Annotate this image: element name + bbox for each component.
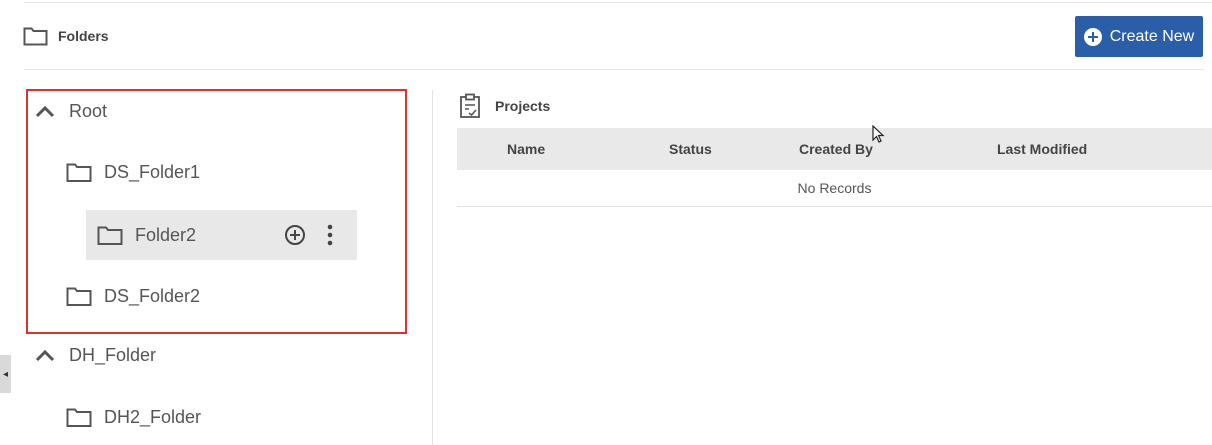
- mouse-cursor-icon: [872, 125, 885, 143]
- chevron-up-icon[interactable]: [35, 349, 55, 362]
- column-header-status[interactable]: Status: [669, 141, 712, 157]
- create-new-label: Create New: [1109, 27, 1195, 45]
- header-divider: [24, 69, 1204, 70]
- column-header-last-modified[interactable]: Last Modified: [997, 141, 1087, 157]
- collapse-panel-handle[interactable]: ◂: [0, 355, 11, 393]
- folder-icon: [23, 27, 48, 46]
- create-new-button[interactable]: Create New: [1075, 16, 1203, 57]
- projects-title: Projects: [495, 98, 551, 114]
- tree-node-label: DH_Folder: [69, 345, 157, 365]
- tree-node-label: DH2_Folder: [104, 406, 202, 427]
- top-divider: [24, 2, 1212, 3]
- folders-title: Folders: [58, 28, 109, 44]
- projects-table-header: Name Status Created By Last Modified: [457, 128, 1212, 170]
- panel-divider: [432, 90, 433, 445]
- tree-node-dh-folder[interactable]: DH_Folder: [35, 345, 156, 366]
- tree-node-dh2-folder[interactable]: DH2_Folder: [66, 406, 201, 428]
- column-header-name[interactable]: Name: [507, 141, 545, 157]
- highlight-box: [26, 89, 407, 334]
- column-header-created-by[interactable]: Created By: [799, 141, 873, 157]
- plus-circle-icon: [1083, 27, 1102, 46]
- empty-state-message: No Records: [457, 170, 1212, 207]
- folder-icon: [66, 408, 92, 427]
- clipboard-check-icon: [460, 93, 480, 118]
